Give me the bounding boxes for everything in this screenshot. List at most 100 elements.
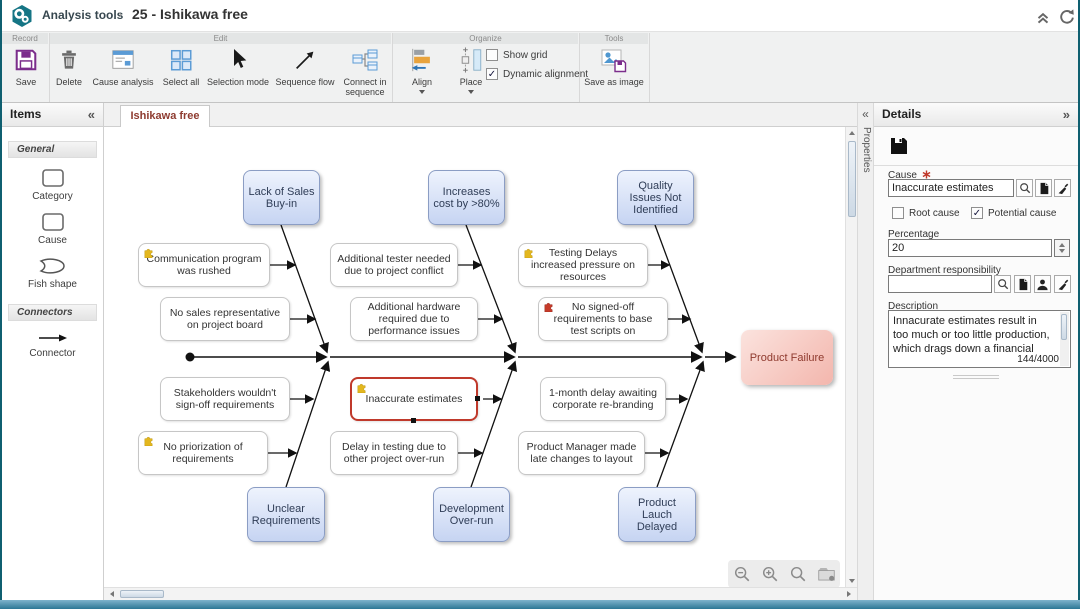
cause-node[interactable]: Testing Delays increased pressure on res…	[518, 243, 648, 287]
tool-category[interactable]: Category	[2, 168, 103, 202]
percentage-stepper[interactable]	[1054, 239, 1070, 257]
dynamic-alignment-checkbox[interactable]: ✓ Dynamic alignment	[486, 68, 588, 80]
zoom-out-button[interactable]	[731, 563, 754, 586]
cause-node[interactable]: Delay in testing due to other project ov…	[330, 431, 458, 475]
resize-grip[interactable]	[953, 375, 999, 379]
ribbon-group-tools: Tools	[580, 33, 648, 44]
cause-node[interactable]: No signed-off requirements to base test …	[538, 297, 668, 341]
required-marker-icon	[922, 170, 931, 179]
scrollbar-thumb[interactable]	[848, 141, 856, 217]
cause-node[interactable]: No sales representative on project board	[160, 297, 290, 341]
properties-strip[interactable]: « Properties	[857, 103, 874, 600]
fit-view-button[interactable]	[815, 563, 838, 586]
scrollbar-thumb[interactable]	[120, 590, 164, 598]
tool-cause[interactable]: Cause	[2, 212, 103, 246]
scrollbar-thumb[interactable]	[1061, 314, 1067, 340]
divider	[874, 165, 1078, 166]
description-textarea[interactable]: Innacurate estimates result in too much …	[888, 310, 1071, 368]
cause-node[interactable]: Communication program was rushed	[138, 243, 270, 287]
app-window: Analysis tools › 25 - Ishikawa free Reco…	[0, 0, 1080, 609]
scroll-right-button[interactable]	[843, 588, 855, 600]
breadcrumb[interactable]: Analysis tools	[42, 8, 123, 22]
assign-person-button[interactable]	[1034, 275, 1051, 293]
cause-node-selected[interactable]: Inaccurate estimates	[350, 377, 478, 421]
items-group-connectors[interactable]: Connectors	[8, 304, 97, 321]
document-button[interactable]	[1014, 275, 1031, 293]
connect-in-sequence-button[interactable]: Connect in sequence	[338, 45, 392, 101]
arrow-up-right-icon	[292, 47, 318, 73]
save-button[interactable]: Save	[6, 45, 46, 101]
step-down-icon[interactable]	[1059, 249, 1065, 253]
zoom-reset-button[interactable]	[787, 563, 810, 586]
document-button[interactable]	[1035, 179, 1052, 197]
char-counter: 144/4000	[1013, 354, 1059, 365]
scroll-left-button[interactable]	[106, 588, 118, 600]
cause-node[interactable]: 1-month delay awaiting corporate re-bran…	[540, 377, 666, 421]
ribbon-separator	[392, 33, 393, 102]
tab-ishikawa-free[interactable]: Ishikawa free	[120, 105, 210, 127]
search-cause-button[interactable]	[1016, 179, 1033, 197]
category-node[interactable]: Development Over-run	[433, 487, 510, 542]
cause-input[interactable]	[888, 179, 1014, 197]
percentage-input[interactable]	[888, 239, 1052, 257]
collapse-ribbon-icon[interactable]	[1034, 8, 1052, 26]
show-grid-checkbox[interactable]: Show grid	[486, 49, 547, 61]
save-icon	[13, 47, 39, 73]
properties-tab-label[interactable]: Properties	[861, 127, 872, 173]
step-up-icon[interactable]	[1059, 243, 1065, 247]
save-details-icon[interactable]	[889, 136, 909, 156]
dropdown-arrow-icon[interactable]	[468, 90, 474, 94]
select-all-button[interactable]: Select all	[158, 45, 204, 101]
collapse-details-icon[interactable]: »	[1063, 103, 1070, 126]
search-department-button[interactable]	[994, 275, 1011, 293]
items-group-general[interactable]: General	[8, 141, 97, 158]
category-node[interactable]: Quality Issues Not Identified	[617, 170, 694, 225]
selection-handle[interactable]	[411, 418, 416, 423]
clear-field-button[interactable]	[1054, 275, 1071, 293]
zoom-toolbar	[728, 560, 840, 587]
canvas-horizontal-scrollbar[interactable]	[104, 587, 857, 600]
page-title: 25 - Ishikawa free	[132, 6, 248, 22]
sequence-flow-button[interactable]: Sequence flow	[272, 45, 338, 101]
canvas-vertical-scrollbar[interactable]	[845, 127, 857, 587]
selection-handle[interactable]	[475, 396, 480, 401]
puzzle-marker-icon	[143, 435, 154, 446]
cause-analysis-button[interactable]: Cause analysis	[90, 45, 156, 101]
save-as-image-button[interactable]: Save as image	[580, 45, 648, 101]
textarea-scrollbar[interactable]	[1060, 312, 1069, 366]
tool-fish-shape[interactable]: Fish shape	[2, 256, 103, 290]
app-logo-icon	[10, 4, 34, 28]
cause-node[interactable]: Stakeholders wouldn't sign-off requireme…	[160, 377, 290, 421]
category-node[interactable]: Increases cost by >80%	[428, 170, 505, 225]
cause-node[interactable]: No priorization of requirements	[138, 431, 268, 475]
checkbox-icon	[892, 207, 904, 219]
search-icon	[997, 278, 1009, 290]
tool-connector[interactable]: Connector	[2, 331, 103, 359]
align-button[interactable]: Align	[400, 45, 444, 101]
ribbon: Record Edit Organize Tools Save	[2, 32, 1078, 103]
delete-button[interactable]: Delete	[50, 45, 88, 101]
department-input[interactable]	[888, 275, 992, 293]
collapse-panel-icon[interactable]: «	[88, 103, 95, 126]
ribbon-separator	[649, 33, 650, 102]
expand-properties-icon[interactable]: «	[858, 107, 873, 121]
diagram-canvas[interactable]: Lack of Sales Buy-in Increases cost by >…	[104, 127, 845, 587]
potential-cause-checkbox[interactable]: ✓ Potential cause	[971, 207, 1056, 219]
clear-field-button[interactable]	[1054, 179, 1071, 197]
category-node[interactable]: Lack of Sales Buy-in	[243, 170, 320, 225]
connector-arrow-icon	[36, 331, 70, 345]
root-cause-checkbox[interactable]: Root cause	[892, 207, 960, 219]
cause-node[interactable]: Additional hardware required due to perf…	[350, 297, 478, 341]
cause-node[interactable]: Additional tester needed due to project …	[330, 243, 458, 287]
category-node[interactable]: Product Lauch Delayed	[618, 487, 696, 542]
selection-mode-button[interactable]: Selection mode	[205, 45, 271, 101]
zoom-in-button[interactable]	[759, 563, 782, 586]
refresh-icon[interactable]	[1058, 8, 1076, 26]
puzzle-marker-icon	[143, 247, 154, 258]
category-node[interactable]: Unclear Requirements	[247, 487, 325, 542]
dropdown-arrow-icon[interactable]	[419, 90, 425, 94]
person-icon	[1036, 278, 1049, 291]
effect-node[interactable]: Product Failure	[741, 330, 833, 385]
cause-node[interactable]: Product Manager made late changes to lay…	[518, 431, 645, 475]
search-icon	[1019, 182, 1031, 194]
